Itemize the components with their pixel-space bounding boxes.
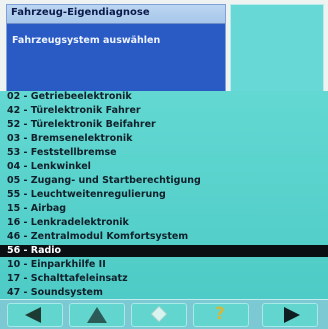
title-bar: Fahrzeug-Eigendiagnose (7, 5, 225, 24)
list-item[interactable]: 03 - Bremsenelektronik (0, 133, 328, 145)
list-item[interactable]: 17 - Schalttafeleinsatz (0, 273, 328, 285)
list-item-label: 46 - Zentralmodul Komfortsystem (7, 231, 189, 242)
list-item-label: 10 - Einparkhilfe II (7, 259, 106, 270)
list-item[interactable]: 53 - Feststellbremse (0, 147, 328, 159)
list-item-label: 05 - Zugang- und Startberechtigung (7, 175, 201, 186)
system-select-panel: Fahrzeug-Eigendiagnose Fahrzeugsystem au… (6, 4, 226, 92)
list-item[interactable]: 46 - Zentralmodul Komfortsystem (0, 231, 328, 243)
vehicle-system-list[interactable]: 02 - Getriebeelektronik 42 - Türelektron… (0, 91, 328, 299)
forward-button[interactable] (262, 303, 318, 327)
list-item[interactable]: 05 - Zugang- und Startberechtigung (0, 175, 328, 187)
list-item[interactable]: 52 - Türelektronik Beifahrer (0, 119, 328, 131)
list-item-label: 03 - Bremsenelektronik (7, 133, 133, 144)
toolbar: ? (0, 299, 328, 329)
list-item-label: 55 - Leuchtweitenregulierung (7, 189, 166, 200)
list-item-label: 53 - Feststellbremse (7, 147, 117, 158)
list-item-label: 47 - Soundsystem (7, 287, 103, 298)
list-item[interactable]: 15 - Airbag (0, 203, 328, 215)
help-icon: ? (215, 304, 225, 324)
list-item[interactable]: 10 - Einparkhilfe II (0, 259, 328, 271)
up-button[interactable] (69, 303, 125, 327)
list-item[interactable]: 04 - Lenkwinkel (0, 161, 328, 173)
list-item-label: 15 - Airbag (7, 203, 67, 214)
list-item-selected[interactable]: 56 - Radio (0, 245, 328, 257)
list-item[interactable]: 16 - Lenkradelektronik (0, 217, 328, 229)
disabled-button[interactable] (131, 303, 187, 327)
arrow-right-icon (284, 307, 300, 323)
list-item-label: 52 - Türelektronik Beifahrer (7, 119, 156, 130)
arrow-up-icon (87, 307, 107, 323)
panel-label: Fahrzeugsystem auswählen (12, 35, 161, 46)
page-title: Fahrzeug-Eigendiagnose (11, 7, 150, 18)
list-item-label: 42 - Türelektronik Fahrer (7, 105, 141, 116)
diamond-icon (151, 306, 167, 322)
help-button[interactable]: ? (193, 303, 249, 327)
list-item[interactable]: 47 - Soundsystem (0, 287, 328, 299)
list-item-label: 56 - Radio (7, 245, 62, 256)
list-item-label: 02 - Getriebeelektronik (7, 91, 132, 102)
back-button[interactable] (7, 303, 63, 327)
list-item-label: 04 - Lenkwinkel (7, 161, 91, 172)
diagnostic-screen: Fahrzeug-Eigendiagnose Fahrzeugsystem au… (0, 0, 328, 329)
list-item-label: 16 - Lenkradelektronik (7, 217, 129, 228)
arrow-left-icon (25, 307, 41, 323)
list-item[interactable]: 02 - Getriebeelektronik (0, 91, 328, 103)
list-item[interactable]: 55 - Leuchtweitenregulierung (0, 189, 328, 201)
list-item[interactable]: 42 - Türelektronik Fahrer (0, 105, 328, 117)
info-panel (230, 4, 324, 92)
list-item-label: 17 - Schalttafeleinsatz (7, 273, 128, 284)
